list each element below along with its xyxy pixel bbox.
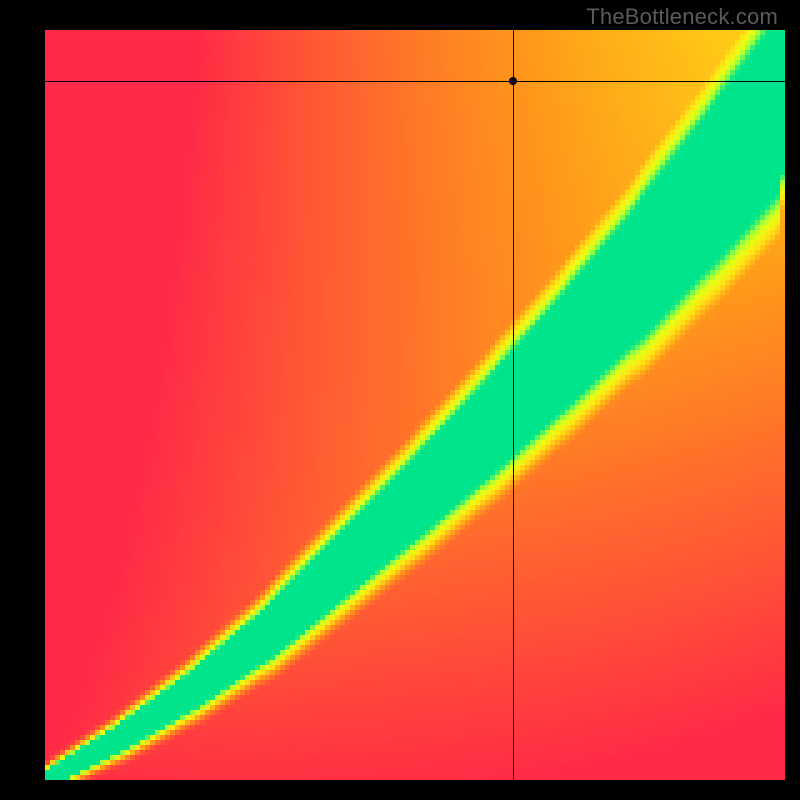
marker-dot	[509, 77, 517, 85]
heatmap-plot	[45, 30, 785, 780]
crosshair-vertical	[513, 30, 514, 780]
heatmap-canvas-wrap	[45, 30, 785, 780]
watermark-text: TheBottleneck.com	[586, 4, 778, 30]
heatmap-canvas	[45, 30, 785, 780]
crosshair-horizontal	[45, 81, 785, 82]
